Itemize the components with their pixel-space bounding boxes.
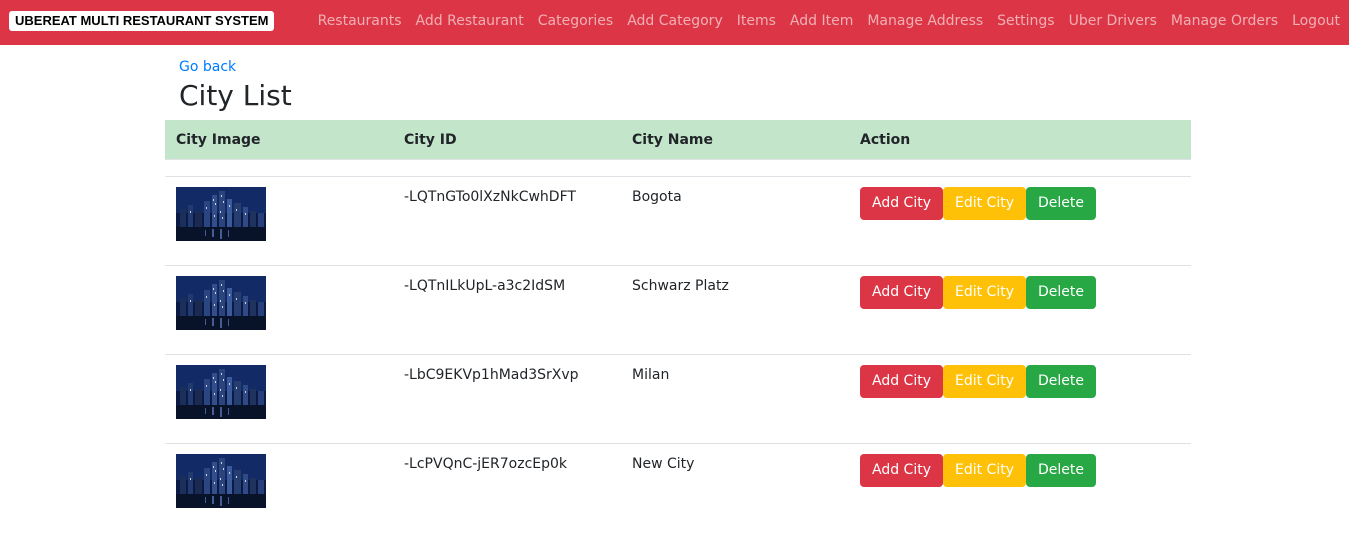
go-back-link[interactable]: Go back (179, 58, 236, 76)
brand-logo[interactable]: UBEREAT MULTI RESTAURANT SYSTEM (9, 11, 274, 31)
city-skyline-image (176, 454, 266, 508)
row-actions: Add City Edit City Delete (860, 365, 1191, 398)
table-spacer (165, 160, 1191, 176)
edit-city-button[interactable]: Edit City (943, 276, 1027, 309)
city-skyline-image (176, 187, 266, 241)
nav-links: Restaurants Add Restaurant Categories Ad… (318, 12, 1340, 30)
nav-add-restaurant-link[interactable]: Add Restaurant (416, 12, 524, 30)
nav-items-link[interactable]: Items (737, 12, 776, 30)
delete-city-button[interactable]: Delete (1026, 365, 1097, 398)
table-header: City Image City ID City Name Action (165, 120, 1191, 160)
edit-city-button[interactable]: Edit City (943, 187, 1027, 220)
delete-city-button[interactable]: Delete (1026, 276, 1097, 309)
city-skyline-image (176, 365, 266, 419)
add-city-button[interactable]: Add City (860, 276, 943, 309)
table-row: -LbC9EKVp1hMad3SrXvp Milan Add City Edit… (165, 354, 1191, 443)
row-actions: Add City Edit City Delete (860, 276, 1191, 309)
city-table: City Image City ID City Name Action -LQT… (165, 120, 1191, 532)
nav-logout-link[interactable]: Logout (1292, 12, 1340, 30)
header-city-image: City Image (176, 131, 261, 148)
add-city-button[interactable]: Add City (860, 187, 943, 220)
header-city-id: City ID (404, 131, 457, 148)
header-city-name: City Name (632, 131, 714, 148)
delete-city-button[interactable]: Delete (1026, 454, 1097, 487)
delete-city-button[interactable]: Delete (1026, 187, 1097, 220)
page-title: City List (179, 79, 292, 112)
city-name-cell: Milan (632, 367, 670, 383)
row-actions: Add City Edit City Delete (860, 454, 1191, 487)
nav-manage-address-link[interactable]: Manage Address (867, 12, 983, 30)
nav-categories-link[interactable]: Categories (538, 12, 613, 30)
city-id-cell: -LQTnGTo0lXzNkCwhDFT (404, 189, 576, 205)
top-navbar: UBEREAT MULTI RESTAURANT SYSTEM Restaura… (0, 0, 1349, 45)
city-skyline-image (176, 276, 266, 330)
table-row: -LcPVQnC-jER7ozcEp0k New City Add City E… (165, 443, 1191, 532)
nav-settings-link[interactable]: Settings (997, 12, 1054, 30)
city-name-cell: Schwarz Platz (632, 278, 729, 294)
nav-add-item-link[interactable]: Add Item (790, 12, 853, 30)
nav-add-category-link[interactable]: Add Category (627, 12, 723, 30)
table-row: -LQTnILkUpL-a3c2IdSM Schwarz Platz Add C… (165, 265, 1191, 354)
nav-restaurants-link[interactable]: Restaurants (318, 12, 402, 30)
add-city-button[interactable]: Add City (860, 365, 943, 398)
table-row: -LQTnGTo0lXzNkCwhDFT Bogota Add City Edi… (165, 176, 1191, 265)
edit-city-button[interactable]: Edit City (943, 365, 1027, 398)
row-actions: Add City Edit City Delete (860, 187, 1191, 220)
nav-uber-drivers-link[interactable]: Uber Drivers (1069, 12, 1157, 30)
city-id-cell: -LbC9EKVp1hMad3SrXvp (404, 367, 579, 383)
city-id-cell: -LcPVQnC-jER7ozcEp0k (404, 456, 568, 472)
city-name-cell: Bogota (632, 189, 682, 205)
add-city-button[interactable]: Add City (860, 454, 943, 487)
edit-city-button[interactable]: Edit City (943, 454, 1027, 487)
header-action: Action (860, 131, 911, 148)
city-id-cell: -LQTnILkUpL-a3c2IdSM (404, 278, 566, 294)
city-name-cell: New City (632, 456, 695, 472)
nav-manage-orders-link[interactable]: Manage Orders (1171, 12, 1278, 30)
